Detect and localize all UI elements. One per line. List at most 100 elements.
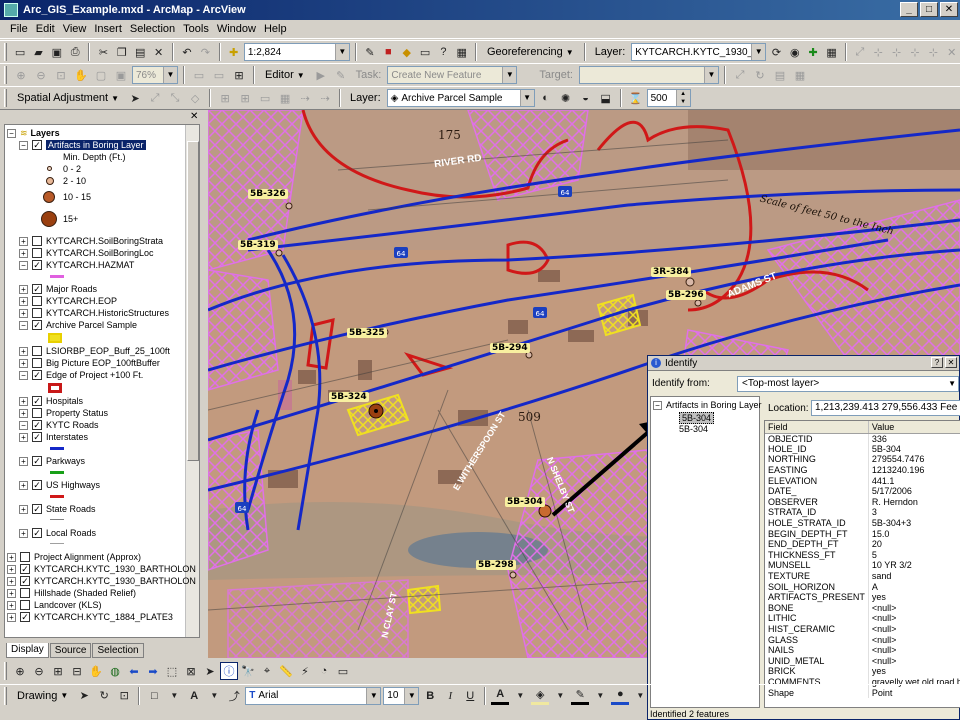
menu-file[interactable]: File <box>6 21 32 37</box>
edit-tool-icon[interactable]: ▶ <box>312 66 330 84</box>
expand-icon[interactable]: + <box>19 408 28 418</box>
toc-scrollbar[interactable] <box>185 125 199 637</box>
marker-color-icon[interactable]: ● <box>611 687 630 705</box>
layer-visibility-checkbox[interactable]: ✓ <box>32 420 42 430</box>
layer-visibility-checkbox[interactable] <box>32 248 42 258</box>
toc-item-kytc-1884[interactable]: + ✓ KYTCARCH.KYTC_1884_PLATE3 <box>7 611 173 623</box>
layer-visibility-checkbox[interactable]: ✓ <box>32 396 42 406</box>
toc-item-kytc-1930-b[interactable]: + ✓ KYTCARCH.KYTC_1930_BARTHOLON <box>7 575 196 587</box>
full-extent-icon[interactable]: ◍ <box>106 662 124 680</box>
command-line-icon[interactable]: ▭ <box>417 43 433 61</box>
map-scale-combo[interactable]: 1:2,824 ▼ <box>243 43 350 61</box>
table-row[interactable]: HOLE_ID 5B-304 <box>765 443 960 455</box>
expand-icon[interactable]: + <box>19 296 28 306</box>
layer-visibility-checkbox[interactable]: ✓ <box>32 140 42 150</box>
transparency-icon[interactable]: ◒ <box>577 89 595 107</box>
effects-layer-combo[interactable]: ◈ Archive Parcel Sample ▼ <box>386 89 535 107</box>
tab-source[interactable]: Source <box>49 643 92 658</box>
sketch-tool-icon[interactable]: ⤢ <box>852 43 868 61</box>
menu-insert[interactable]: Insert <box>90 21 126 37</box>
toc-item-hazmat[interactable]: − ✓ KYTCARCH.HAZMAT <box>19 259 134 271</box>
chevron-down-icon[interactable]: ▼ <box>502 67 517 83</box>
menu-selection[interactable]: Selection <box>126 21 179 37</box>
split-tool-icon[interactable]: ⤢ <box>731 66 749 84</box>
toc-layers-root[interactable]: − ≋ Layers <box>7 127 60 139</box>
layer-visibility-checkbox[interactable]: ✓ <box>32 504 42 514</box>
toc-item-interstates[interactable]: + ✓ Interstates <box>19 431 88 443</box>
layer-visibility-checkbox[interactable]: ✓ <box>32 370 42 380</box>
rotate-tool-icon[interactable]: ↻ <box>751 66 769 84</box>
collapse-icon[interactable]: − <box>7 128 16 138</box>
menu-tools[interactable]: Tools <box>179 21 213 37</box>
back-extent-icon[interactable]: ⬅ <box>125 662 143 680</box>
save-icon[interactable]: ▣ <box>49 43 65 61</box>
layer-visibility-checkbox[interactable]: ✓ <box>20 576 30 586</box>
edit-vertices-icon[interactable]: ⤴ <box>225 687 243 705</box>
close-icon[interactable]: ✕ <box>945 357 957 368</box>
layer-visibility-checkbox[interactable] <box>20 600 30 610</box>
add-data-icon[interactable]: ✚ <box>226 43 242 61</box>
new-displacement-link-icon[interactable]: ⤢ <box>146 89 164 107</box>
table-row[interactable]: EASTING 1213240.196 <box>765 464 960 476</box>
swipe-layer-icon[interactable]: ⬓ <box>597 89 615 107</box>
sketch-pencil-icon[interactable]: ✎ <box>332 66 350 84</box>
expand-icon[interactable]: + <box>19 432 28 442</box>
toolbar-grip[interactable] <box>4 662 7 680</box>
table-row[interactable]: BEGIN_DEPTH_FT 15.0 <box>765 528 960 539</box>
toc-item-kytc-1930-a[interactable]: + ✓ KYTCARCH.KYTC_1930_BARTHOLON <box>7 563 196 575</box>
new-identity-link-icon[interactable]: ⊞ <box>216 89 234 107</box>
expand-icon[interactable]: + <box>7 588 16 598</box>
italic-button[interactable]: I <box>441 687 459 705</box>
identify-from-combo[interactable]: <Top-most layer> ▼ <box>737 376 959 392</box>
chevron-down-icon[interactable]: ▼ <box>163 67 177 83</box>
toc-item-parkways[interactable]: + ✓ Parkways <box>19 455 85 467</box>
midpoint-tool-icon[interactable]: ⊹ <box>870 43 886 61</box>
delete-icon[interactable]: ✕ <box>150 43 166 61</box>
layer-visibility-checkbox[interactable]: ✓ <box>32 284 42 294</box>
chevron-down-icon[interactable]: ▼ <box>165 687 183 705</box>
view-link-table-icon[interactable]: ▦ <box>823 43 839 61</box>
layer-visibility-checkbox[interactable]: ✓ <box>32 432 42 442</box>
help-icon[interactable]: ? <box>435 43 451 61</box>
brightness-icon[interactable]: ✺ <box>557 89 575 107</box>
pan-icon[interactable]: ✋ <box>87 662 105 680</box>
cut-icon[interactable]: ✂ <box>95 43 111 61</box>
chevron-down-icon[interactable]: ▼ <box>704 67 718 83</box>
table-row[interactable]: DATE_ 5/17/2006 <box>765 485 960 497</box>
table-row[interactable]: THICKNESS_FT 5 <box>765 549 960 561</box>
expand-icon[interactable]: + <box>7 576 16 586</box>
font-size-combo[interactable]: 10 ▼ <box>383 686 420 705</box>
collapse-icon[interactable]: − <box>19 320 28 330</box>
close-button[interactable]: ✕ <box>940 2 958 17</box>
font-color-icon[interactable]: A <box>491 687 510 705</box>
select-elements-icon[interactable]: ➤ <box>201 662 219 680</box>
toc-item-hillshade[interactable]: + Hillshade (Shaded Relief) <box>7 587 136 599</box>
layer-visibility-checkbox[interactable] <box>32 308 42 318</box>
time-slider-icon[interactable]: ◔ <box>315 662 333 680</box>
fixed-zoom-out-icon[interactable]: ⊟ <box>68 662 86 680</box>
editor-toolbar-icon[interactable]: ✎ <box>362 43 378 61</box>
tree-root[interactable]: − Artifacts in Boring Layer <box>653 400 762 410</box>
rectangle-icon[interactable]: □ <box>145 687 163 705</box>
view-link-table-icon[interactable]: ▦ <box>276 89 294 107</box>
text-tool-icon[interactable]: A <box>185 687 203 705</box>
rotate-icon[interactable]: ⟳ <box>768 43 784 61</box>
add-control-points-icon[interactable]: ✚ <box>805 43 821 61</box>
select-elements-icon[interactable]: ➤ <box>75 687 93 705</box>
flicker-rate-icon[interactable]: ⌛ <box>627 89 645 107</box>
multiple-displacement-icon[interactable]: ◇ <box>186 89 204 107</box>
chevron-down-icon[interactable]: ▼ <box>551 687 569 705</box>
toc-item-edge-project[interactable]: − ✓ Edge of Project +100 Ft. <box>19 369 143 381</box>
expand-icon[interactable]: + <box>19 456 28 466</box>
measure-icon[interactable]: 📏 <box>277 662 295 680</box>
distance-distance-icon[interactable]: ⊹ <box>925 43 941 61</box>
collapse-icon[interactable]: − <box>19 370 28 380</box>
table-row[interactable]: NAILS <null> <box>765 644 960 656</box>
expand-icon[interactable]: + <box>19 346 28 356</box>
forward-extent-icon[interactable]: ➡ <box>144 662 162 680</box>
spinner-arrows-icon[interactable]: ▲ ▼ <box>675 90 690 106</box>
help-button[interactable]: ? <box>931 357 943 368</box>
layer-visibility-checkbox[interactable]: ✓ <box>32 260 42 270</box>
table-row[interactable]: HIST_CERAMIC <null> <box>765 623 960 635</box>
modify-link-icon[interactable]: ⤡ <box>166 89 184 107</box>
